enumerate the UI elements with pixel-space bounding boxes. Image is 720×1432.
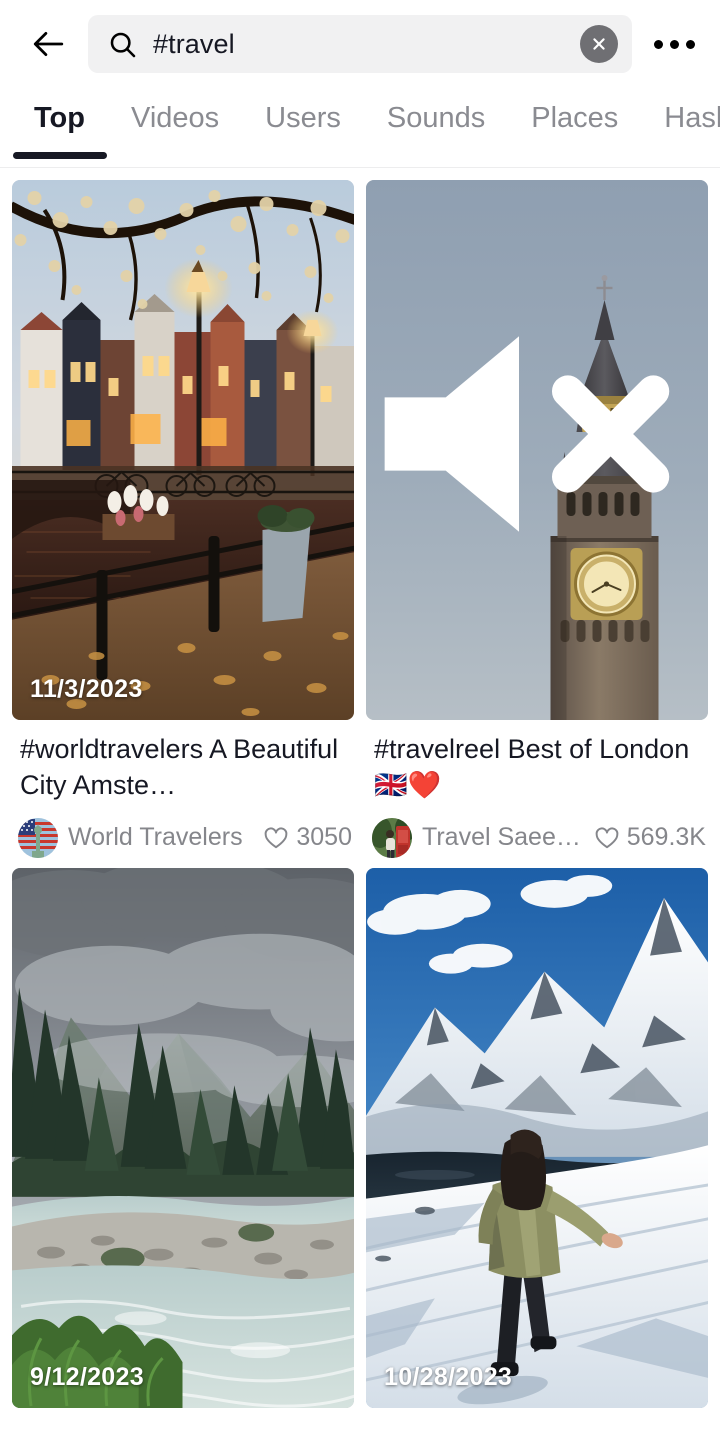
avatar-image [372,818,412,858]
like-count: 3050 [296,823,352,852]
video-date-badge: 10/28/2023 [384,1363,512,1392]
heart-icon [263,825,289,851]
like-count-group: 569.3K [594,823,706,852]
video-card[interactable]: 9/12/2023 [0,868,360,1408]
like-count: 569.3K [627,823,706,852]
search-icon [108,30,137,59]
video-thumbnail-big-ben[interactable] [366,180,708,720]
tab-sounds-label: Sounds [387,102,485,134]
video-card[interactable]: 11/3/2023 #worldtravelers A Beautiful Ci… [0,180,360,858]
video-thumbnail-snow-hiker[interactable]: 10/28/2023 [366,868,708,1408]
more-dot-2 [670,40,679,49]
author-name[interactable]: Travel Saee… [422,823,584,852]
tab-hashtags[interactable]: Hash [664,88,720,135]
video-date-badge: 9/12/2023 [30,1363,144,1392]
video-card[interactable]: #travelreel Best of London🇬🇧❤️ [360,180,720,858]
video-thumbnail-mountain-river[interactable]: 9/12/2023 [12,868,354,1408]
search-tabs: Top Videos Users Sounds Places Hash [0,88,720,168]
video-caption: #worldtravelers A Beautiful City Amste… [20,732,352,804]
tab-videos-label: Videos [131,102,219,134]
author-avatar[interactable] [372,818,412,858]
thumbnail-image [12,868,354,1408]
active-tab-underline [13,152,107,159]
search-results-grid: 11/3/2023 #worldtravelers A Beautiful Ci… [0,168,720,1418]
tab-users[interactable]: Users [265,88,341,135]
mute-icon[interactable] [366,180,690,704]
tab-top-label: Top [34,102,85,134]
video-card[interactable]: 10/28/2023 [360,868,720,1408]
thumbnail-image [366,868,708,1408]
more-options-button[interactable] [646,18,702,70]
search-input[interactable]: #travel [88,15,632,73]
video-caption: #travelreel Best of London🇬🇧❤️ [374,732,706,804]
more-dot-1 [654,40,663,49]
thumbnail-image [12,180,354,720]
clear-search-button[interactable] [580,25,618,63]
author-name[interactable]: World Travelers [68,823,253,852]
more-dot-3 [686,40,695,49]
tab-sounds[interactable]: Sounds [387,88,485,135]
top-bar: #travel [0,0,720,88]
tab-hashtags-label: Hash [664,102,720,134]
back-button[interactable] [22,18,74,70]
tab-places-label: Places [531,102,618,134]
avatar-image [18,818,58,858]
video-meta: Travel Saee… 569.3K [372,818,706,858]
author-avatar[interactable] [18,818,58,858]
tab-videos[interactable]: Videos [131,88,219,135]
video-meta: World Travelers 3050 [18,818,352,858]
tab-users-label: Users [265,102,341,134]
close-icon [589,34,609,54]
back-arrow-icon [31,27,65,61]
tab-places[interactable]: Places [531,88,618,135]
video-date-badge: 11/3/2023 [30,675,143,704]
video-thumbnail-amsterdam[interactable]: 11/3/2023 [12,180,354,720]
tab-top[interactable]: Top [34,88,85,135]
like-count-group: 3050 [263,823,352,852]
search-query-text: #travel [153,29,564,60]
heart-icon [594,825,620,851]
